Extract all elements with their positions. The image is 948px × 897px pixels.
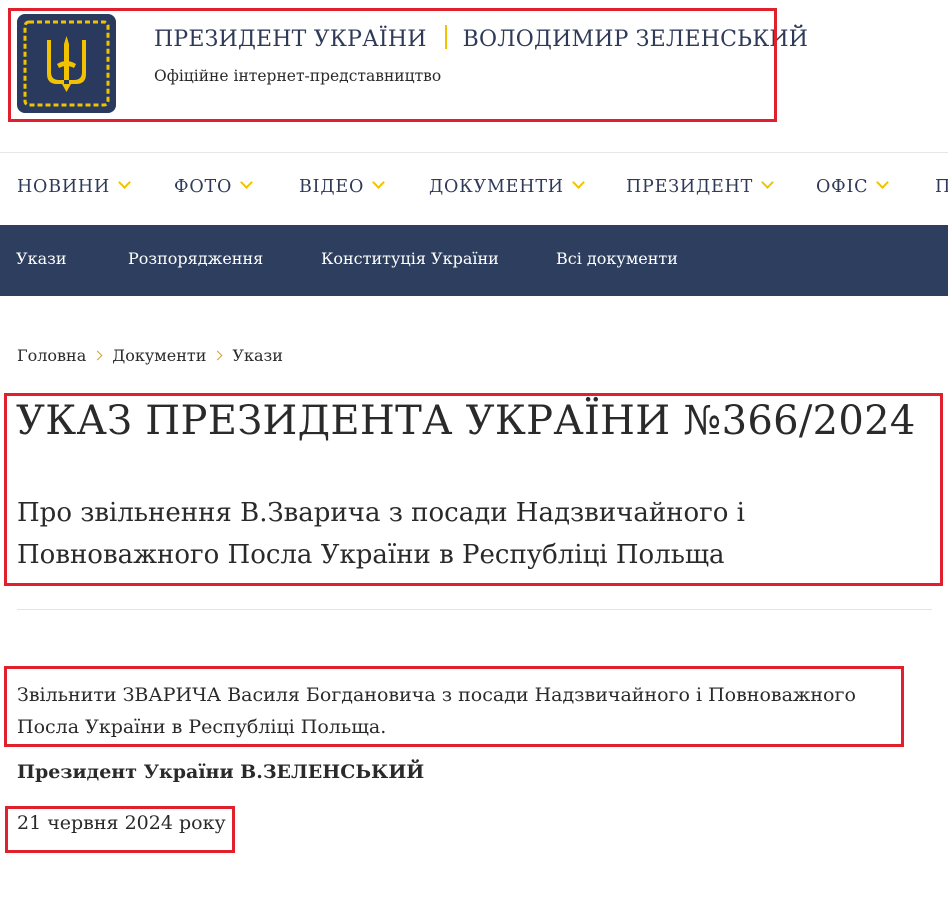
main-nav: НОВИНИ ФОТО ВІДЕО ДОКУМЕНТИ ПРЕЗИДЕНТ ОФ… <box>0 153 948 225</box>
subnav-all-documents[interactable]: Всі документи <box>556 249 678 268</box>
nav-office[interactable]: ОФІС <box>816 176 890 197</box>
site-title[interactable]: ПРЕЗИДЕНТ УКРАЇНИ ВОЛОДИМИР ЗЕЛЕНСЬКИЙ <box>154 25 808 52</box>
trident-emblem-icon <box>23 20 110 107</box>
site-subtitle: Офіційне інтернет-представництво <box>154 67 442 85</box>
breadcrumb-home[interactable]: Головна <box>17 346 86 365</box>
decree-text: Звільнити ЗВАРИЧА Василя Богдановича з п… <box>17 684 856 738</box>
chevron-down-icon <box>761 176 774 189</box>
nav-video[interactable]: ВІДЕО <box>299 176 385 197</box>
chevron-down-icon <box>372 176 385 189</box>
subnav-orders[interactable]: Розпорядження <box>128 249 263 268</box>
chevron-right-icon <box>92 350 103 361</box>
decree-subtitle: Про звільнення В.Зварича з посади Надзви… <box>17 498 745 570</box>
chevron-down-icon <box>876 176 890 189</box>
decree-signature: Президент України В.ЗЕЛЕНСЬКИЙ <box>17 761 425 783</box>
site-title-president: ПРЕЗИДЕНТ УКРАЇНИ <box>154 27 427 52</box>
nav-more[interactable]: П <box>935 177 948 197</box>
chevron-down-icon <box>118 176 131 189</box>
breadcrumb-documents[interactable]: Документи <box>112 346 206 365</box>
chevron-right-icon <box>212 350 223 361</box>
nav-photo[interactable]: ФОТО <box>174 176 253 197</box>
breadcrumb: Головна Документи Укази <box>17 346 283 365</box>
page-title: УКАЗ ПРЕЗИДЕНТА УКРАЇНИ №366/2024 <box>16 398 916 444</box>
site-title-name: ВОЛОДИМИР ЗЕЛЕНСЬКИЙ <box>462 27 809 52</box>
content-divider <box>17 609 932 610</box>
breadcrumb-decrees[interactable]: Укази <box>232 346 283 365</box>
documents-subnav: Укази Розпорядження Конституція України … <box>0 225 948 296</box>
nav-president[interactable]: ПРЕЗИДЕНТ <box>626 176 774 197</box>
chevron-down-icon <box>571 176 585 189</box>
nav-documents[interactable]: ДОКУМЕНТИ <box>429 176 585 197</box>
subnav-constitution[interactable]: Конституція України <box>321 249 499 268</box>
decree-date: 21 червня 2024 року <box>17 812 226 834</box>
subnav-decrees[interactable]: Укази <box>16 249 67 268</box>
nav-news[interactable]: НОВИНИ <box>17 176 131 197</box>
president-logo[interactable] <box>17 14 116 113</box>
chevron-down-icon <box>240 176 253 189</box>
title-divider <box>444 25 447 49</box>
